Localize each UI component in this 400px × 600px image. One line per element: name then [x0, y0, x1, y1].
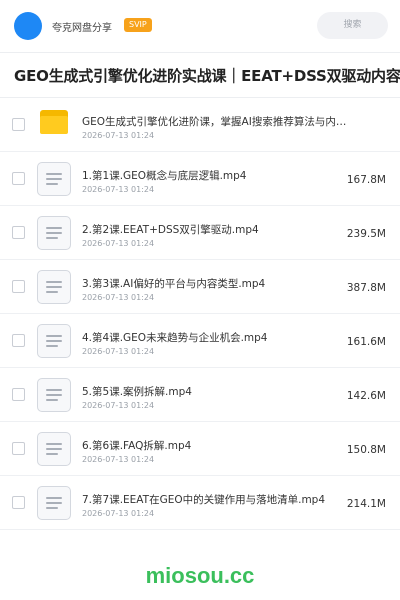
item-size: 239.5M [346, 228, 386, 240]
item-size: 142.6M [346, 390, 386, 402]
file-list: GEO生成式引擎优化进阶课，掌握AI搜索推荐算法与内容策略 2026-07-13… [0, 98, 400, 530]
document-icon [37, 162, 71, 196]
select-checkbox[interactable] [12, 388, 25, 401]
item-name: 4.第4课.GEO未来趋势与企业机会.mp4 [82, 332, 268, 344]
select-checkbox[interactable] [12, 172, 25, 185]
folder-icon [40, 110, 68, 134]
search-button[interactable]: 搜索 [317, 12, 388, 39]
list-item-file[interactable]: 6.第6课.FAQ拆解.mp4 2026-07-13 01:24 150.8M [0, 422, 400, 476]
title-bar: GEO生成式引擎优化进阶实战课｜EEAT+DSS双驱动内容体系 [0, 53, 400, 97]
document-icon [37, 216, 71, 250]
item-date: 2026-07-13 01:24 [82, 131, 155, 140]
select-checkbox[interactable] [12, 118, 25, 131]
item-size: 387.8M [346, 282, 386, 294]
item-name: 3.第3课.AI偏好的平台与内容类型.mp4 [82, 278, 266, 290]
list-item-file[interactable]: 7.第7课.EEAT在GEO中的关键作用与落地清单.mp4 2026-07-13… [0, 476, 400, 530]
item-name: 6.第6课.FAQ拆解.mp4 [82, 440, 192, 452]
list-item-folder[interactable]: GEO生成式引擎优化进阶课，掌握AI搜索推荐算法与内容策略 2026-07-13… [0, 98, 400, 152]
item-date: 2026-07-13 01:24 [82, 293, 155, 302]
document-icon [37, 432, 71, 466]
document-icon [37, 378, 71, 412]
item-name: 7.第7课.EEAT在GEO中的关键作用与落地清单.mp4 [82, 494, 326, 506]
item-size: 167.8M [346, 174, 386, 186]
document-icon [37, 486, 71, 520]
item-name: 5.第5课.案例拆解.mp4 [82, 386, 192, 398]
select-checkbox[interactable] [12, 442, 25, 455]
list-item-file[interactable]: 1.第1课.GEO概念与底层逻辑.mp4 2026-07-13 01:24 16… [0, 152, 400, 206]
item-date: 2026-07-13 01:24 [82, 401, 155, 410]
item-name: 2.第2课.EEAT+DSS双引擎驱动.mp4 [82, 224, 259, 236]
item-size: 214.1M [346, 498, 386, 510]
item-date: 2026-07-13 01:24 [82, 347, 155, 356]
item-date: 2026-07-13 01:24 [82, 509, 155, 518]
select-checkbox[interactable] [12, 496, 25, 509]
item-date: 2026-07-13 01:24 [82, 239, 155, 248]
page-title: GEO生成式引擎优化进阶实战课｜EEAT+DSS双驱动内容体系 [14, 67, 400, 85]
item-size: 150.8M [346, 444, 386, 456]
watermark: miosou.cc [145, 563, 255, 588]
document-icon [37, 324, 71, 358]
avatar[interactable] [14, 12, 42, 40]
select-checkbox[interactable] [12, 280, 25, 293]
item-name: GEO生成式引擎优化进阶课，掌握AI搜索推荐算法与内容策略 [82, 116, 352, 128]
list-item-file[interactable]: 4.第4课.GEO未来趋势与企业机会.mp4 2026-07-13 01:24 … [0, 314, 400, 368]
document-icon [37, 270, 71, 304]
list-item-file[interactable]: 2.第2课.EEAT+DSS双引擎驱动.mp4 2026-07-13 01:24… [0, 206, 400, 260]
item-date: 2026-07-13 01:24 [82, 455, 155, 464]
svip-badge: SVIP [124, 18, 152, 32]
item-name: 1.第1课.GEO概念与底层逻辑.mp4 [82, 170, 247, 182]
select-checkbox[interactable] [12, 334, 25, 347]
item-size: 161.6M [346, 336, 386, 348]
list-item-file[interactable]: 3.第3课.AI偏好的平台与内容类型.mp4 2026-07-13 01:24 … [0, 260, 400, 314]
username: 夸克网盘分享 [52, 23, 112, 34]
select-checkbox[interactable] [12, 226, 25, 239]
item-date: 2026-07-13 01:24 [82, 185, 155, 194]
list-item-file[interactable]: 5.第5课.案例拆解.mp4 2026-07-13 01:24 142.6M [0, 368, 400, 422]
header: 夸克网盘分享 SVIP 搜索 [0, 0, 400, 52]
